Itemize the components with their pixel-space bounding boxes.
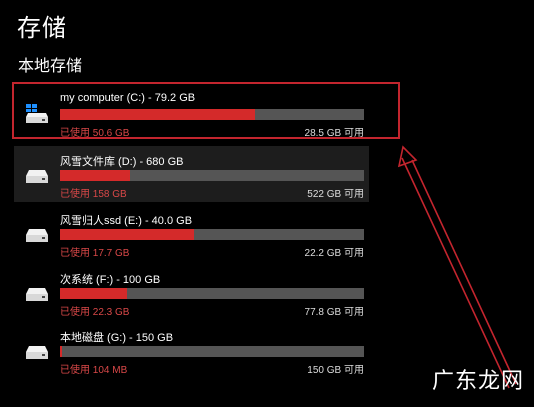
watermark-text: 广东龙网	[431, 369, 524, 394]
annotation-arrow	[397, 145, 517, 389]
